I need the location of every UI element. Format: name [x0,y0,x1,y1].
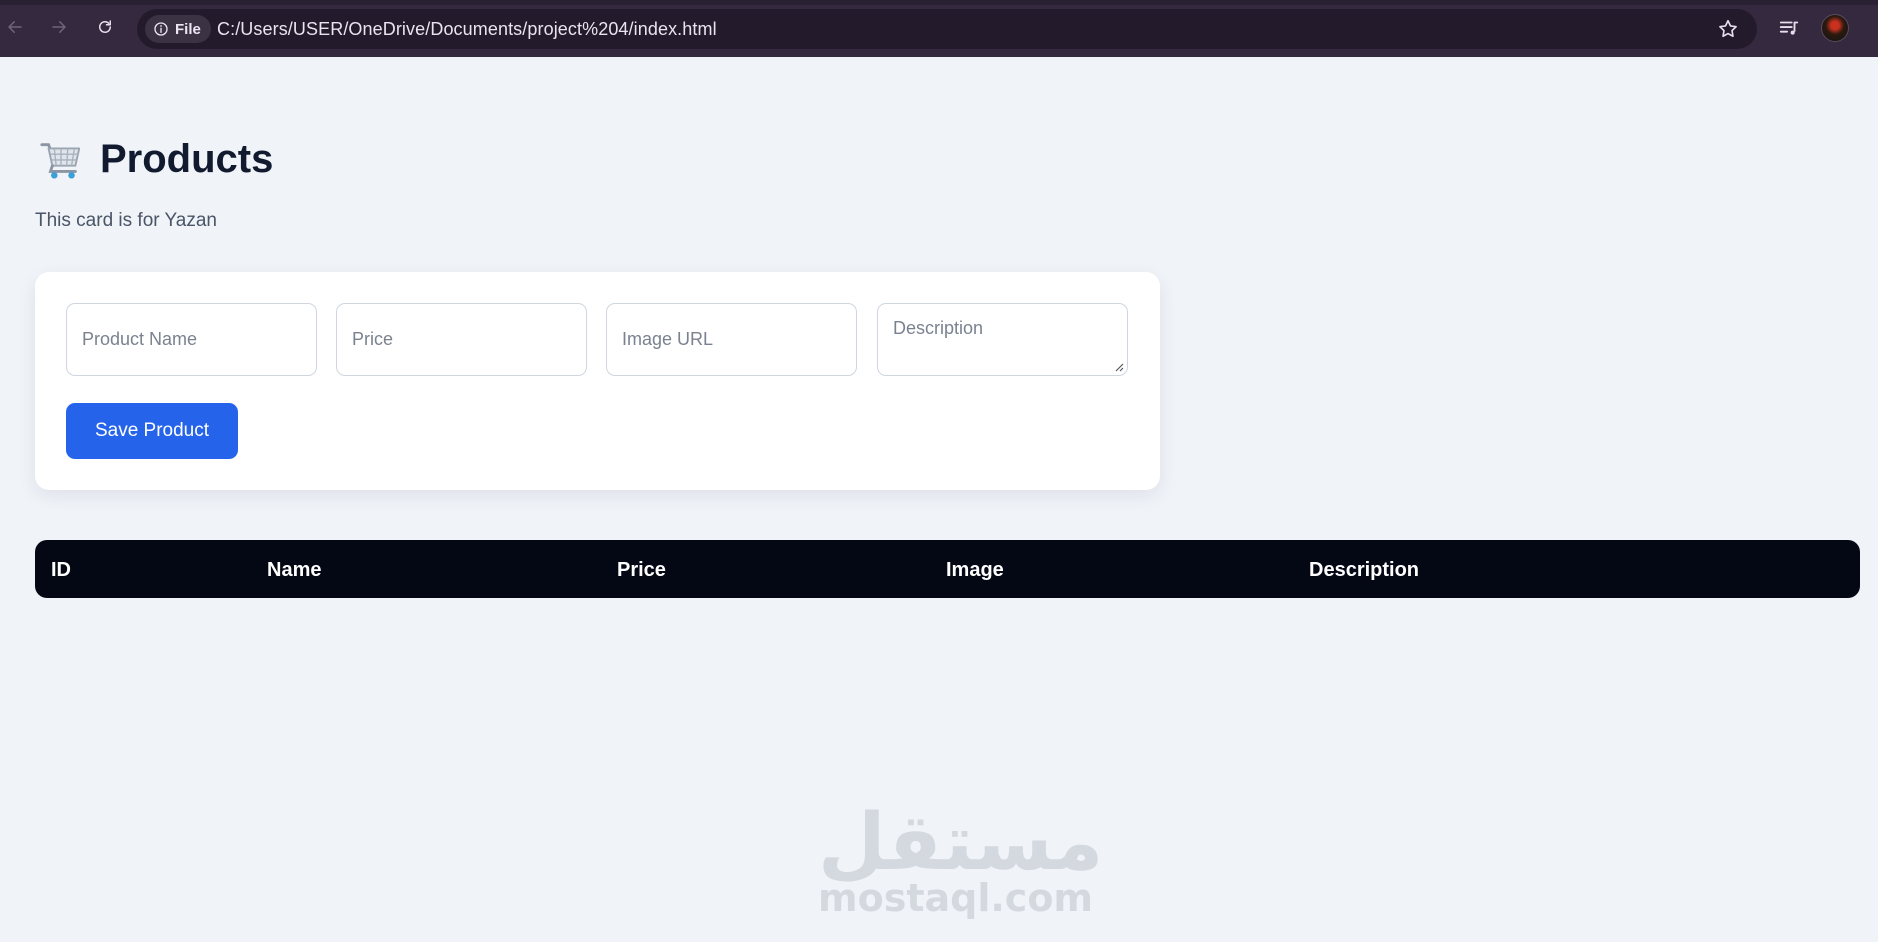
product-form-card: Product Name Price Image URL Description… [35,272,1160,490]
product-name-input[interactable]: Product Name [66,303,317,376]
watermark-arabic-text: مستقل [818,798,1104,888]
page-title: Products [100,136,274,181]
media-control-button[interactable] [1775,14,1803,42]
reload-icon [99,20,111,33]
site-info-chip[interactable]: File [145,15,211,43]
url-text[interactable]: C:/Users/USER/OneDrive/Documents/project… [217,19,717,40]
column-header-name: Name [267,559,322,581]
image-url-input[interactable]: Image URL [606,303,857,376]
forward-button[interactable] [44,12,74,42]
page-subtitle: This card is for Yazan [35,210,217,231]
column-header-description: Description [1309,559,1420,581]
reload-button[interactable] [90,12,120,42]
column-header-price: Price [617,559,666,581]
back-arrow-icon [8,21,22,33]
description-placeholder: Description [893,318,984,338]
site-info-label: File [175,20,201,38]
save-product-button[interactable]: Save Product [66,403,238,459]
info-icon [154,22,168,36]
tab-strip-edge [0,0,1878,5]
profile-avatar[interactable] [1821,14,1849,42]
forward-arrow-icon [52,21,66,33]
price-input[interactable]: Price [336,303,587,376]
watermark-logo: مستقل mostaql.com [818,798,1104,920]
description-textarea[interactable]: Description [877,303,1128,376]
shopping-cart-icon [40,143,81,179]
address-bar[interactable]: File C:/Users/USER/OneDrive/Documents/pr… [137,9,1757,49]
queue-music-icon [1779,21,1799,35]
column-header-id: ID [51,559,71,581]
page-heading: Products [38,136,273,182]
back-button[interactable] [0,12,30,42]
watermark-latin-text: mostaql.com [818,876,1094,920]
products-table-header: ID Name Price Image Description [35,540,1860,598]
bookmark-star-icon[interactable] [1717,18,1739,40]
browser-toolbar: File C:/Users/USER/OneDrive/Documents/pr… [0,0,1878,57]
resize-handle-icon[interactable] [1114,362,1124,372]
column-header-image: Image [946,559,1004,581]
